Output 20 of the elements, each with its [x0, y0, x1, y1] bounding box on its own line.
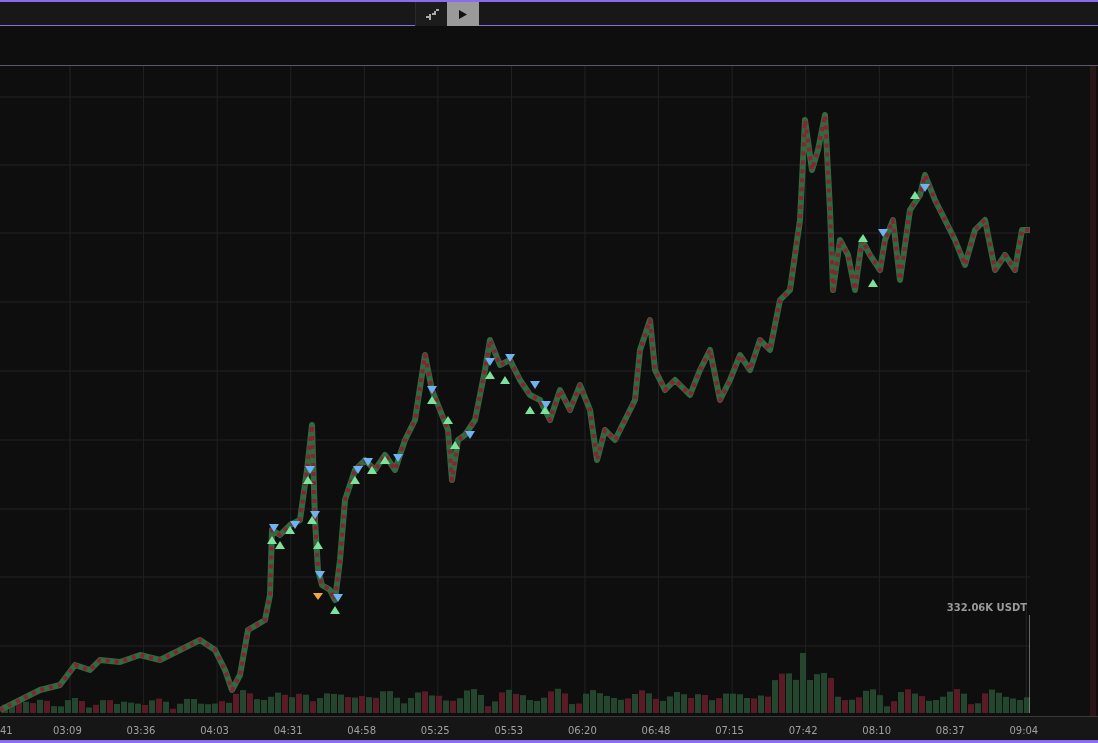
volume-label: 332.06K USDT: [946, 601, 1027, 615]
time-label: 08:10: [862, 724, 892, 738]
time-label: 04:03: [200, 724, 229, 738]
time-label: 06:48: [641, 724, 671, 738]
time-label: 07:42: [788, 724, 818, 738]
time-label: 03:36: [126, 724, 156, 738]
time-label: 08:37: [935, 724, 965, 738]
chart-style-button[interactable]: [415, 2, 447, 27]
time-label: 05:25: [420, 724, 450, 738]
time-label: 04:58: [347, 724, 377, 738]
time-label: 07:15: [715, 724, 744, 738]
time-label: 03:09: [53, 724, 82, 738]
time-label: 09:04: [1009, 724, 1039, 738]
time-label: 06:20: [568, 724, 597, 738]
time-label: 05:53: [494, 724, 524, 738]
chart-style-icon: [424, 9, 439, 20]
play-icon: [459, 10, 467, 19]
time-label: 04:31: [273, 724, 303, 738]
time-label: 41: [0, 724, 13, 738]
play-button[interactable]: [447, 2, 479, 27]
